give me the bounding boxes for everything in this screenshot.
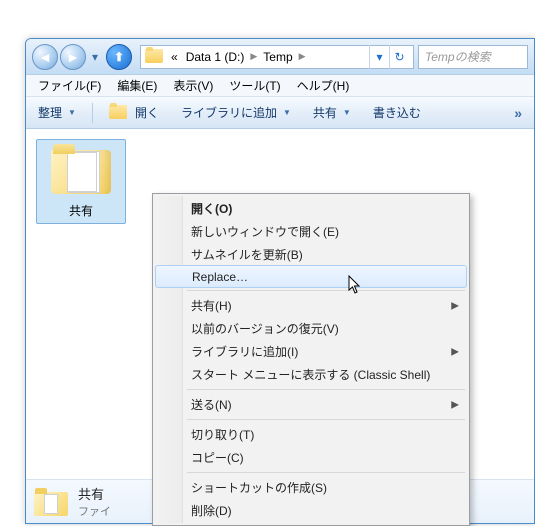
- ctx-open[interactable]: 開く(O): [155, 197, 467, 220]
- search-placeholder: Tempの検索: [425, 48, 491, 65]
- ctx-delete[interactable]: 削除(D): [155, 499, 467, 522]
- burn-button[interactable]: 書き込む: [367, 102, 427, 123]
- ctx-create-shortcut[interactable]: ショートカットの作成(S): [155, 476, 467, 499]
- refresh-button[interactable]: ↻: [389, 45, 409, 69]
- ctx-share[interactable]: 共有(H)▶: [155, 294, 467, 317]
- menubar: ファイル(F) 編集(E) 表示(V) ツール(T) ヘルプ(H): [26, 75, 534, 97]
- chevron-right-icon[interactable]: ▶: [297, 51, 308, 62]
- chevron-down-icon: ▼: [283, 108, 291, 117]
- titlebar: ◄ ► ▾ ⬆ « Data 1 (D:) ▶ Temp ▶ ▾ ↻ Tempの…: [26, 39, 534, 75]
- submenu-arrow-icon: ▶: [451, 346, 459, 357]
- ctx-copy[interactable]: コピー(C): [155, 446, 467, 469]
- open-button[interactable]: 開く: [103, 102, 165, 123]
- folder-icon: [49, 144, 113, 196]
- breadcrumb-segment-2[interactable]: Temp: [259, 46, 296, 68]
- address-bar[interactable]: « Data 1 (D:) ▶ Temp ▶ ▾ ↻: [140, 45, 414, 69]
- chevron-right-icon[interactable]: ▶: [248, 51, 259, 62]
- separator: [187, 389, 465, 390]
- details-type: ファイ: [78, 503, 111, 519]
- submenu-arrow-icon: ▶: [451, 399, 459, 410]
- menu-file[interactable]: ファイル(F): [32, 75, 107, 96]
- menu-tools[interactable]: ツール(T): [223, 75, 286, 96]
- ctx-restore-previous[interactable]: 以前のバージョンの復元(V): [155, 317, 467, 340]
- right-arrow-icon: ►: [66, 49, 80, 65]
- left-arrow-icon: ◄: [38, 49, 52, 65]
- submenu-arrow-icon: ▶: [451, 300, 459, 311]
- breadcrumb-root[interactable]: «: [167, 46, 182, 68]
- menu-view[interactable]: 表示(V): [167, 75, 219, 96]
- ctx-cut[interactable]: 切り取り(T): [155, 423, 467, 446]
- chevron-right-icon: »: [514, 105, 522, 121]
- address-dropdown[interactable]: ▾: [369, 45, 389, 69]
- ctx-start-menu-classic[interactable]: スタート メニューに表示する (Classic Shell): [155, 363, 467, 386]
- breadcrumb-segment-1[interactable]: Data 1 (D:): [182, 46, 249, 68]
- menu-edit[interactable]: 編集(E): [111, 75, 163, 96]
- nav-history-dropdown[interactable]: ▾: [88, 44, 102, 70]
- separator: [187, 472, 465, 473]
- folder-label: 共有: [41, 202, 121, 219]
- separator: [187, 290, 465, 291]
- nav-forward-button[interactable]: ►: [60, 44, 86, 70]
- ctx-replace[interactable]: Replace…: [155, 265, 467, 288]
- details-name: 共有: [78, 484, 111, 503]
- ctx-add-to-library[interactable]: ライブラリに追加(I)▶: [155, 340, 467, 363]
- chevron-down-icon: ▼: [68, 108, 76, 117]
- folder-icon: [145, 49, 163, 65]
- menu-help[interactable]: ヘルプ(H): [291, 75, 356, 96]
- folder-item-selected[interactable]: 共有: [36, 139, 126, 224]
- organize-button[interactable]: 整理▼: [32, 102, 82, 123]
- folder-open-icon: [109, 105, 127, 121]
- search-input[interactable]: Tempの検索: [418, 45, 528, 69]
- ctx-refresh-thumbnail[interactable]: サムネイルを更新(B): [155, 243, 467, 266]
- separator: [92, 103, 93, 123]
- share-button[interactable]: 共有▼: [307, 102, 357, 123]
- toolbar-overflow[interactable]: »: [508, 103, 528, 123]
- up-button[interactable]: ⬆: [106, 44, 132, 70]
- ctx-send-to[interactable]: 送る(N)▶: [155, 393, 467, 416]
- add-to-library-button[interactable]: ライブラリに追加▼: [175, 102, 297, 123]
- chevron-down-icon: ▼: [343, 108, 351, 117]
- toolbar: 整理▼ 開く ライブラリに追加▼ 共有▼ 書き込む »: [26, 97, 534, 129]
- nav-back-button[interactable]: ◄: [32, 44, 58, 70]
- folder-icon: [34, 488, 68, 516]
- separator: [187, 419, 465, 420]
- ctx-open-new-window[interactable]: 新しいウィンドウで開く(E): [155, 220, 467, 243]
- context-menu: 開く(O) 新しいウィンドウで開く(E) サムネイルを更新(B) Replace…: [152, 193, 470, 526]
